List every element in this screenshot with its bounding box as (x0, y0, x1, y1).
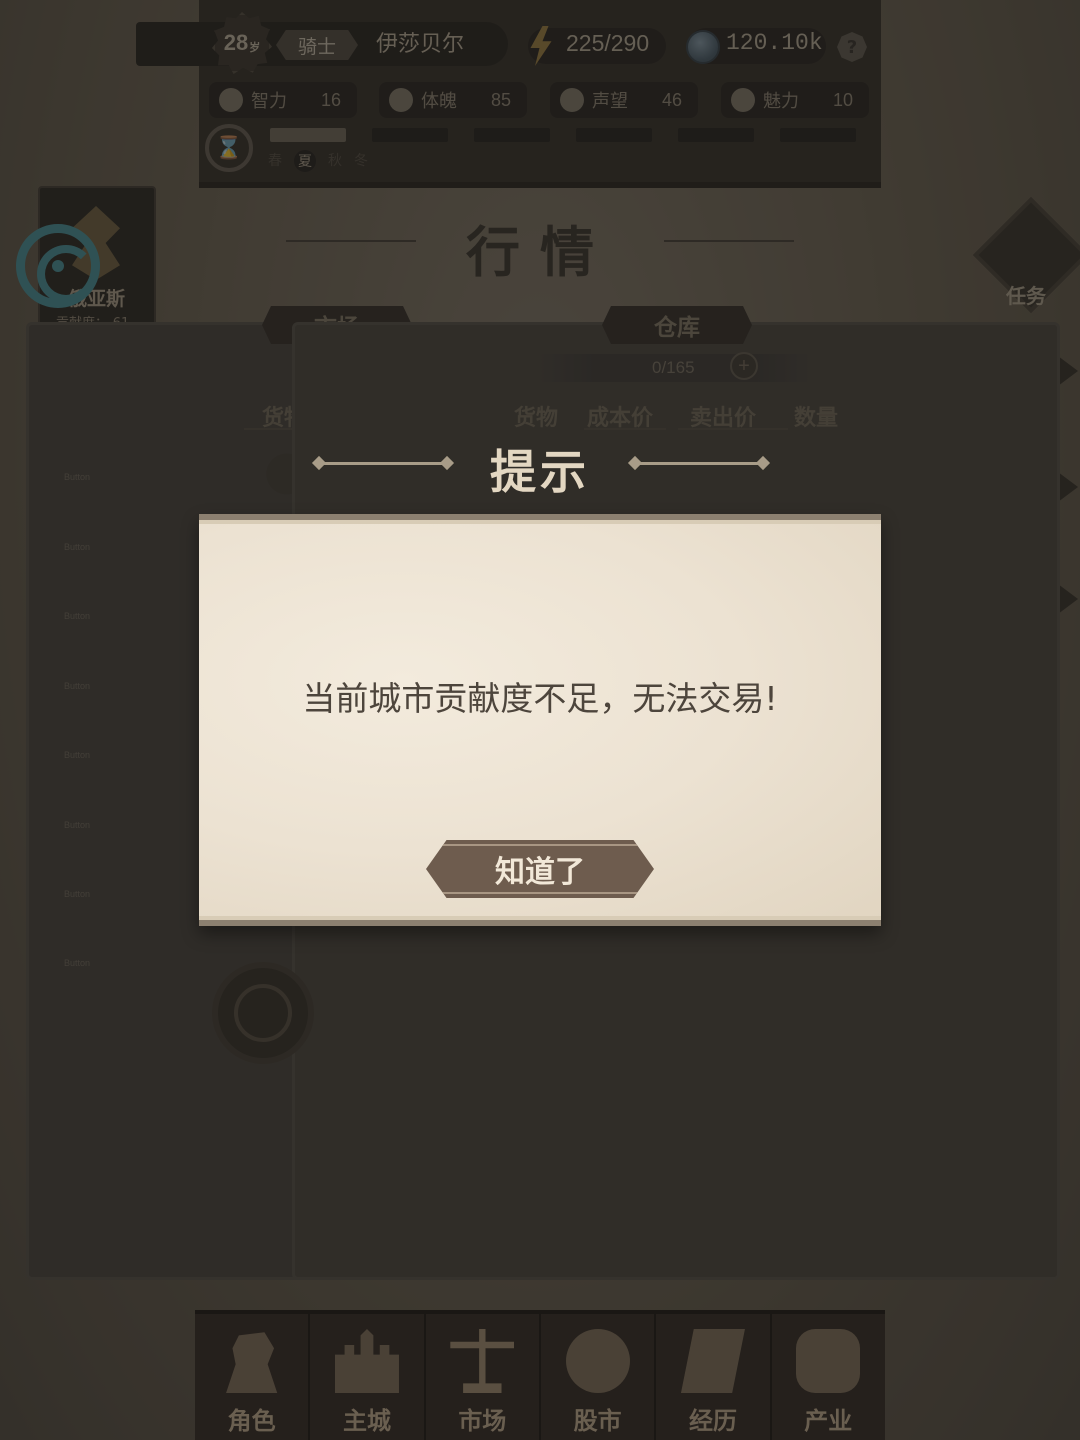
nav-label: 市场 (458, 1406, 507, 1435)
stat-label: 体魄 (421, 91, 457, 112)
col-header-goods: 货物 (514, 406, 559, 431)
page-title: 行情 (466, 220, 614, 284)
list-button[interactable]: Button (64, 681, 90, 691)
season-autumn: 秋 (328, 153, 342, 169)
swirl-float-icon[interactable] (16, 224, 100, 308)
nav-label: 角色 (227, 1406, 276, 1435)
bottom-nav: 角色 主城 市场 股市 经历 产业 (195, 1310, 885, 1440)
list-button[interactable]: Button (64, 750, 90, 760)
stat-charm[interactable]: 魅力 10 (721, 82, 869, 118)
energy-value: 225/290 (566, 30, 650, 56)
stat-value: 85 (490, 89, 511, 110)
title-ornament-right (664, 240, 794, 242)
dialog-message: 当前城市贡献度不足，无法交易! (302, 679, 778, 718)
season-spring: 春 (268, 153, 282, 169)
list-button[interactable]: Button (64, 820, 90, 830)
season-row: 春 夏 秋 冬 (268, 150, 368, 172)
nav-label: 经历 (688, 1406, 737, 1435)
stat-value: 16 (320, 89, 341, 110)
castle-icon (334, 1329, 399, 1393)
season-winter: 冬 (354, 153, 368, 169)
stat-intelligence[interactable]: 智力 16 (209, 82, 357, 118)
help-button[interactable]: ? (837, 32, 867, 62)
season-progress-4 (576, 128, 652, 142)
list-button[interactable]: Button (64, 542, 90, 552)
nav-label: 产业 (804, 1406, 853, 1435)
dialog-title: 提示 (490, 445, 590, 499)
nav-industry[interactable]: 产业 (772, 1314, 885, 1440)
heart-icon (731, 88, 755, 112)
confirm-button[interactable]: 知道了 (426, 840, 654, 898)
coin-value: 120.10k (726, 30, 823, 56)
list-button[interactable]: Button (64, 889, 90, 899)
nav-label: 股市 (573, 1406, 622, 1435)
muscle-icon (389, 88, 413, 112)
task-label: 任务 (1006, 284, 1046, 308)
stat-physique[interactable]: 体魄 85 (379, 82, 527, 118)
stat-value: 10 (832, 89, 853, 110)
warehouse-capacity: 0/165 (652, 358, 695, 377)
time-dial-icon[interactable] (212, 962, 314, 1064)
rank-tag: 骑士 (276, 30, 358, 60)
list-button[interactable]: Button (64, 611, 90, 621)
scroll-icon (680, 1329, 745, 1393)
stat-label: 声望 (592, 91, 628, 112)
fame-icon (560, 88, 584, 112)
stat-label: 智力 (251, 91, 287, 112)
add-capacity-button[interactable]: + (730, 352, 758, 380)
age-value: 28 (223, 30, 249, 55)
stat-fame[interactable]: 声望 46 (550, 82, 698, 118)
col-header-qty: 数量 (794, 406, 839, 431)
header-underline (244, 428, 294, 430)
dialog-ornament-right (634, 462, 764, 465)
nav-history[interactable]: 经历 (656, 1314, 772, 1440)
season-progress-2 (372, 128, 448, 142)
hourglass-icon[interactable]: ⌛ (205, 124, 253, 172)
nav-castle[interactable]: 主城 (310, 1314, 426, 1440)
season-progress-6 (780, 128, 856, 142)
coin-icon (686, 30, 720, 64)
header-underline (678, 428, 788, 430)
season-progress-1 (270, 128, 346, 142)
nav-role[interactable]: 角色 (195, 1314, 311, 1440)
stock-icon (565, 1329, 630, 1393)
season-summer: 夏 (294, 150, 316, 172)
confirm-button-label: 知道了 (495, 855, 585, 890)
scale-icon (450, 1329, 515, 1393)
nav-label: 主城 (342, 1406, 391, 1435)
nav-market[interactable]: 市场 (426, 1314, 541, 1440)
season-progress-5 (678, 128, 754, 142)
list-button[interactable]: Button (64, 958, 90, 968)
header-underline (584, 428, 666, 430)
role-icon (226, 1332, 278, 1393)
player-name: 伊莎贝尔 (376, 32, 465, 57)
brain-icon (219, 88, 243, 112)
coins-icon (796, 1329, 861, 1393)
season-progress-3 (474, 128, 550, 142)
stat-label: 魅力 (763, 91, 799, 112)
nav-stock[interactable]: 股市 (541, 1314, 657, 1440)
dialog-box: 当前城市贡献度不足，无法交易! 知道了 (199, 514, 881, 926)
tab-warehouse[interactable]: 仓库 (602, 306, 752, 344)
age-unit: 岁 (249, 42, 261, 54)
stat-value: 46 (661, 89, 682, 110)
